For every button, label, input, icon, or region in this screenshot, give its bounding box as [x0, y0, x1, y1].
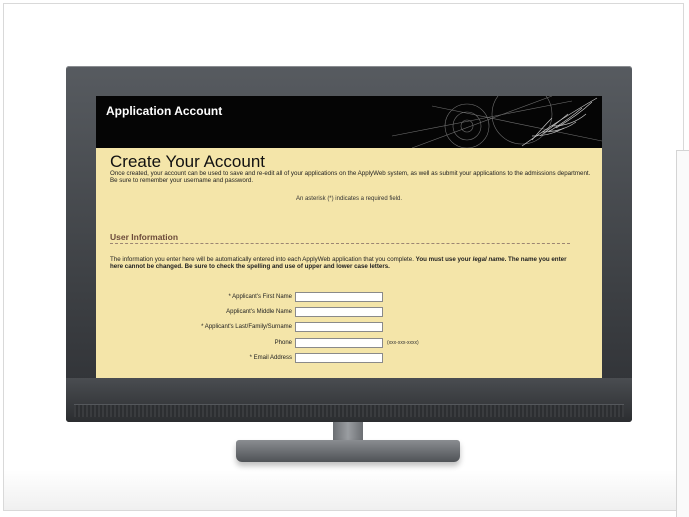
form-row-middle-name: Applicant's Middle Name — [96, 307, 602, 319]
form-row-email: * Email Address — [96, 353, 602, 365]
monitor-stand-base — [236, 440, 460, 462]
phone-field[interactable] — [295, 338, 383, 348]
legal-name-emphasis: legal name — [472, 256, 505, 263]
app-header-title: Application Account — [106, 104, 223, 118]
floor-reflection — [4, 470, 684, 510]
section-heading-user-information: User Information — [110, 232, 179, 242]
required-field-note: An asterisk (*) indicates a required fie… — [295, 196, 403, 202]
first-name-field[interactable] — [295, 292, 383, 302]
phone-label: Phone — [274, 340, 292, 346]
middle-name-label: Applicant's Middle Name — [226, 309, 292, 315]
feather-decoration-icon — [391, 96, 602, 148]
middle-name-field[interactable] — [295, 307, 383, 317]
page-title: Create Your Account — [110, 152, 266, 171]
form-row-first-name: * Applicant's First Name — [96, 292, 602, 304]
intro-text: Once created, your account can be used t… — [110, 170, 591, 184]
section-info-text: The information you enter here will be a… — [110, 256, 580, 270]
form-row-phone: Phone (xxx-xxx-xxxx) — [96, 338, 602, 350]
app-header: Application Account — [96, 96, 602, 148]
email-field[interactable] — [295, 353, 383, 363]
section-divider — [110, 243, 570, 244]
last-name-field[interactable] — [295, 322, 383, 332]
monitor-screen: Application Account Create Your Account … — [96, 96, 602, 378]
section-info-plain: The information you enter here will be a… — [110, 256, 416, 263]
last-name-label: * Applicant's Last/Family/Surname — [201, 324, 292, 330]
phone-format-hint: (xxx-xxx-xxxx) — [387, 340, 419, 346]
speaker-grille — [74, 404, 624, 417]
first-name-label: * Applicant's First Name — [228, 294, 292, 300]
email-label: * Email Address — [249, 355, 292, 361]
side-panel — [676, 150, 689, 517]
section-info-bold-1: You must use your — [415, 256, 473, 263]
form-row-last-name: * Applicant's Last/Family/Surname — [96, 322, 602, 334]
